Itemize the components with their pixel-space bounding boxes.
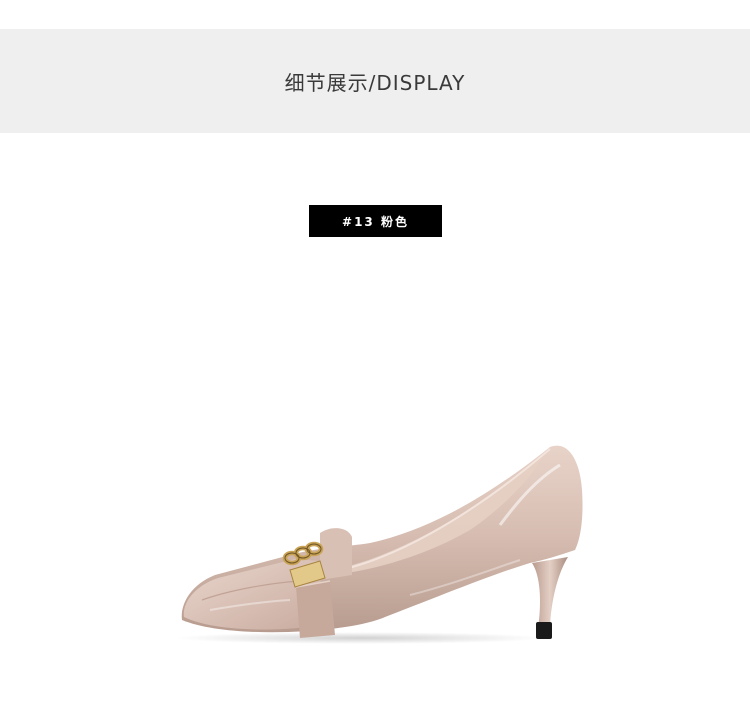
section-header: 细节展示/DISPLAY bbox=[0, 29, 750, 133]
pointed-toe-pump-shoe-icon bbox=[175, 445, 583, 644]
color-variant-tag: #13 粉色 bbox=[309, 205, 442, 237]
section-title: 细节展示/DISPLAY bbox=[284, 70, 466, 95]
product-detail-page: 细节展示/DISPLAY #13 粉色 bbox=[0, 0, 750, 708]
